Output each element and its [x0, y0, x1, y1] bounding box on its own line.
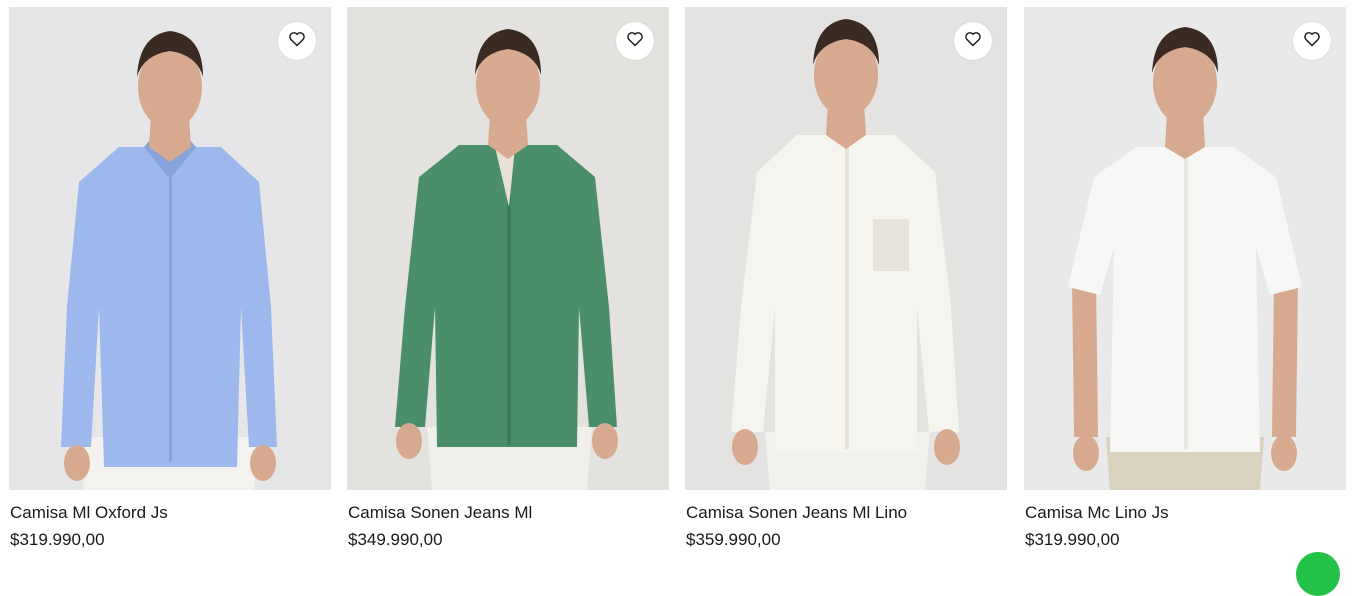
product-image[interactable]: [685, 7, 1007, 490]
heart-icon: [626, 31, 644, 52]
chat-bubble-button[interactable]: [1296, 552, 1340, 596]
wishlist-button[interactable]: [1293, 22, 1331, 60]
wishlist-button[interactable]: [616, 22, 654, 60]
heart-icon: [964, 31, 982, 52]
product-name[interactable]: Camisa Sonen Jeans Ml Lino: [686, 503, 907, 523]
product-name[interactable]: Camisa Mc Lino Js: [1025, 503, 1169, 523]
model-photo: [9, 7, 331, 490]
product-name[interactable]: Camisa Sonen Jeans Ml: [348, 503, 532, 523]
product-image[interactable]: [9, 7, 331, 490]
model-photo: [1024, 7, 1346, 490]
product-card[interactable]: Camisa Mc Lino Js $319.990,00: [1024, 7, 1346, 549]
product-card[interactable]: Camisa Ml Oxford Js $319.990,00: [9, 7, 331, 549]
product-name[interactable]: Camisa Ml Oxford Js: [10, 503, 168, 523]
product-price: $359.990,00: [686, 530, 781, 549]
wishlist-button[interactable]: [278, 22, 316, 60]
model-photo: [347, 7, 669, 490]
wishlist-button[interactable]: [954, 22, 992, 60]
product-card[interactable]: Camisa Sonen Jeans Ml Lino $359.990,00: [685, 7, 1007, 549]
product-image[interactable]: [1024, 7, 1346, 490]
model-photo: [685, 7, 1007, 490]
product-card[interactable]: Camisa Sonen Jeans Ml $349.990,00: [347, 7, 669, 549]
product-price: $349.990,00: [348, 530, 443, 549]
product-price: $319.990,00: [1025, 530, 1120, 549]
product-price: $319.990,00: [10, 530, 105, 549]
heart-icon: [1303, 31, 1321, 52]
product-image[interactable]: [347, 7, 669, 490]
heart-icon: [288, 31, 306, 52]
product-grid: Camisa Ml Oxford Js $319.990,00 Camisa S…: [0, 0, 1354, 596]
